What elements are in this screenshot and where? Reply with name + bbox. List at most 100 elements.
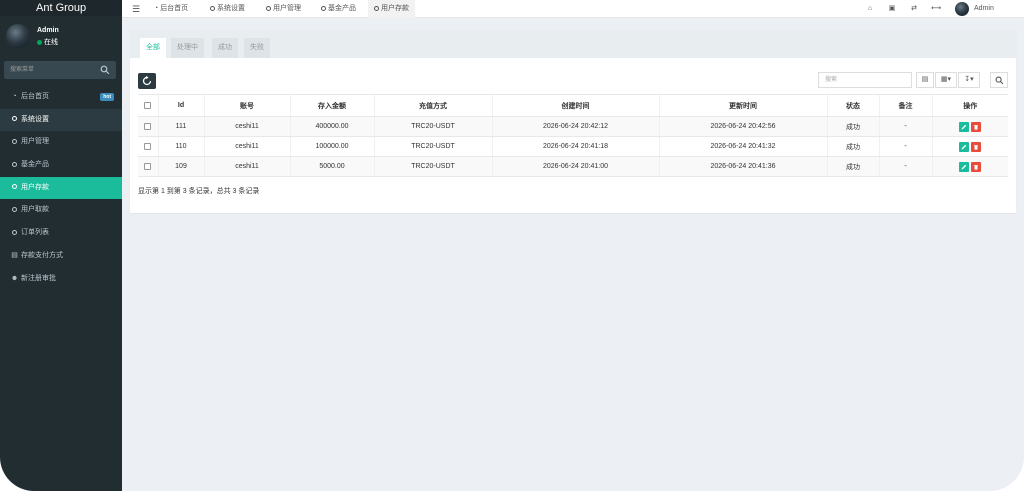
cell-amount: 100000.00 — [289, 136, 374, 157]
circle-icon — [266, 5, 273, 12]
edit-button[interactable] — [959, 121, 970, 132]
cell-actions — [931, 116, 1008, 137]
delete-button[interactable] — [971, 121, 982, 132]
cell-updated: 2026-06-24 20:42:56 — [658, 116, 827, 137]
table-search-input[interactable] — [818, 72, 912, 88]
cell-amount: 400000.00 — [289, 116, 374, 137]
tab-success[interactable]: 成功 — [212, 38, 238, 58]
cell-actions — [931, 156, 1008, 177]
column-header[interactable]: 充值方式 — [373, 94, 492, 117]
tab-label: 系统设置 — [216, 5, 245, 12]
cell-created: 2026-06-24 20:41:00 — [491, 156, 659, 177]
cell-id: 110 — [157, 136, 204, 157]
sidebar-item-registration-approval[interactable]: ☻ 新注册审批 — [0, 268, 122, 291]
delete-button[interactable] — [971, 161, 982, 172]
cell-actions — [931, 136, 1008, 157]
trash-icon[interactable]: ▣ — [887, 4, 897, 14]
status-filter-tabs: 全部 处理中 成功 失败 — [130, 30, 1016, 58]
refresh-button[interactable] — [138, 73, 156, 89]
status-badge: 成功 — [826, 116, 879, 137]
user-name: Admin — [37, 27, 59, 34]
cell-method: TRC20-USDT — [373, 136, 492, 157]
tab-system-settings[interactable]: 系统设置 — [204, 0, 251, 18]
cell-account: ceshi11 — [203, 116, 290, 137]
status-badge: 成功 — [826, 156, 879, 177]
sidebar-item-system-settings[interactable]: 系统设置 — [0, 108, 122, 132]
delete-button[interactable] — [971, 141, 982, 152]
column-header: 操作 — [931, 94, 1008, 117]
cell-method: TRC20-USDT — [373, 156, 492, 177]
deposits-panel: 全部 处理中 成功 失败 ▤ ▦▾ ↧▾ Id 账号 存入金额 — [130, 30, 1016, 213]
sidebar-item-label: 基金产品 — [21, 161, 49, 169]
home-icon[interactable]: ⌂ — [865, 4, 875, 14]
cell-created: 2026-06-24 20:41:18 — [491, 136, 659, 157]
tab-failed[interactable]: 失败 — [244, 38, 270, 58]
user-status: 在线 — [37, 37, 58, 47]
column-header[interactable]: 账号 — [203, 94, 290, 117]
cell-updated: 2026-06-24 20:41:36 — [658, 156, 827, 177]
tab-label: 用户管理 — [272, 5, 301, 12]
sidebar-item-user-management[interactable]: 用户管理 — [0, 131, 122, 154]
user-status-label: 在线 — [44, 39, 58, 46]
language-icon[interactable]: ⇄ — [909, 4, 919, 14]
trash-icon — [974, 124, 979, 130]
sidebar-menu: ◔ 后台首页 hot 系统设置 用户管理 基金产品 用户存款 用户取款 订单列表 — [0, 86, 122, 290]
top-navbar: ☰ ◔ 后台首页 系统设置 用户管理 基金产品 用户存款 ⌂ ▣ ⇄ ⟷ Adm… — [122, 0, 1024, 18]
row-checkbox[interactable] — [138, 156, 158, 177]
row-checkbox[interactable] — [138, 136, 158, 157]
brand-logo[interactable]: Ant Group — [0, 0, 122, 16]
sidebar-item-label: 用户管理 — [21, 138, 49, 146]
tab-user-deposits[interactable]: 用户存款 — [368, 0, 415, 18]
column-header[interactable]: Id — [157, 94, 204, 117]
avatar[interactable] — [955, 2, 969, 16]
list-icon: ▤ — [921, 76, 929, 83]
nav-user-name[interactable]: Admin — [974, 0, 994, 18]
sidebar-item-orders[interactable]: 订单列表 — [0, 222, 122, 245]
cell-remark: - — [878, 136, 932, 157]
sidebar-item-payment-methods[interactable]: ▤ 存款支付方式 — [0, 245, 122, 268]
column-header[interactable]: 创建时间 — [491, 94, 659, 117]
circle-icon — [210, 5, 217, 12]
sidebar-item-user-deposits[interactable]: 用户存款 — [0, 176, 122, 200]
sidebar-item-dashboard[interactable]: ◔ 后台首页 hot — [0, 86, 122, 109]
refresh-icon — [142, 75, 152, 86]
tab-label: 基金产品 — [327, 5, 356, 12]
search-icon[interactable] — [100, 65, 110, 75]
deposits-table: Id 账号 存入金额 充值方式 创建时间 更新时间 状态 备注 操作 111 c… — [138, 94, 1008, 177]
menu-toggle-icon[interactable]: ☰ — [130, 3, 142, 15]
edit-button[interactable] — [959, 141, 970, 152]
cell-account: ceshi11 — [203, 136, 290, 157]
tab-label: 用户存款 — [380, 5, 409, 12]
column-header[interactable]: 备注 — [878, 94, 932, 117]
sidebar-item-fund-products[interactable]: 基金产品 — [0, 154, 122, 177]
tab-all[interactable]: 全部 — [140, 38, 166, 58]
tab-processing[interactable]: 处理中 — [171, 38, 204, 58]
cell-remark: - — [878, 116, 932, 137]
cell-amount: 5000.00 — [289, 156, 374, 177]
column-header[interactable]: 状态 — [826, 94, 879, 117]
sidebar-item-user-withdrawals[interactable]: 用户取款 — [0, 199, 122, 222]
columns-button[interactable]: ▦▾ — [935, 72, 957, 88]
edit-button[interactable] — [959, 161, 970, 172]
fullscreen-icon[interactable]: ⟷ — [931, 4, 941, 14]
export-icon: ↧▾ — [964, 76, 974, 83]
sidebar-item-label: 后台首页 — [21, 93, 49, 100]
table-row: 109 ceshi11 5000.00 TRC20-USDT 2026-06-2… — [138, 156, 1008, 177]
circle-icon — [321, 5, 328, 12]
tab-dashboard[interactable]: ◔ 后台首页 — [148, 0, 194, 18]
tab-user-management[interactable]: 用户管理 — [260, 0, 307, 18]
toggle-view-button[interactable]: ▤ — [916, 72, 934, 88]
sidebar-search — [4, 61, 116, 79]
user-add-icon: ☻ — [10, 274, 19, 282]
columns-icon: ▦▾ — [940, 76, 952, 83]
row-checkbox[interactable] — [138, 116, 158, 137]
advanced-search-button[interactable] — [990, 72, 1008, 88]
cell-method: TRC20-USDT — [373, 116, 492, 137]
export-button[interactable]: ↧▾ — [958, 72, 980, 88]
status-badge: 成功 — [826, 136, 879, 157]
column-header[interactable]: 存入金额 — [289, 94, 374, 117]
column-header[interactable]: 更新时间 — [658, 94, 827, 117]
sidebar-search-input[interactable] — [4, 61, 96, 79]
select-all-checkbox[interactable] — [138, 94, 158, 117]
tab-fund-products[interactable]: 基金产品 — [315, 0, 362, 18]
